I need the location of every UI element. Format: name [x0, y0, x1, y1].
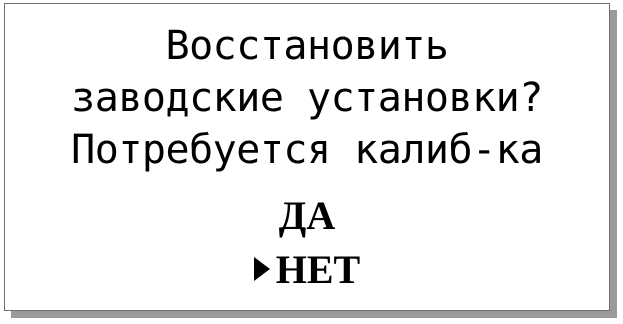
dialog-line-2: заводские установки?	[71, 75, 543, 121]
dialog-line-3: Потребуется калиб-ка	[71, 127, 543, 173]
option-no-label: НЕТ	[275, 247, 361, 292]
dialog-line-1: Восстановить	[165, 23, 449, 69]
option-yes-label: ДА	[278, 193, 336, 238]
option-yes[interactable]: ДА	[5, 192, 609, 240]
option-no[interactable]: НЕТ	[5, 246, 609, 294]
selection-cursor-icon	[253, 257, 270, 281]
lcd-screen: Восстановить заводские установки? Потреб…	[4, 3, 610, 311]
